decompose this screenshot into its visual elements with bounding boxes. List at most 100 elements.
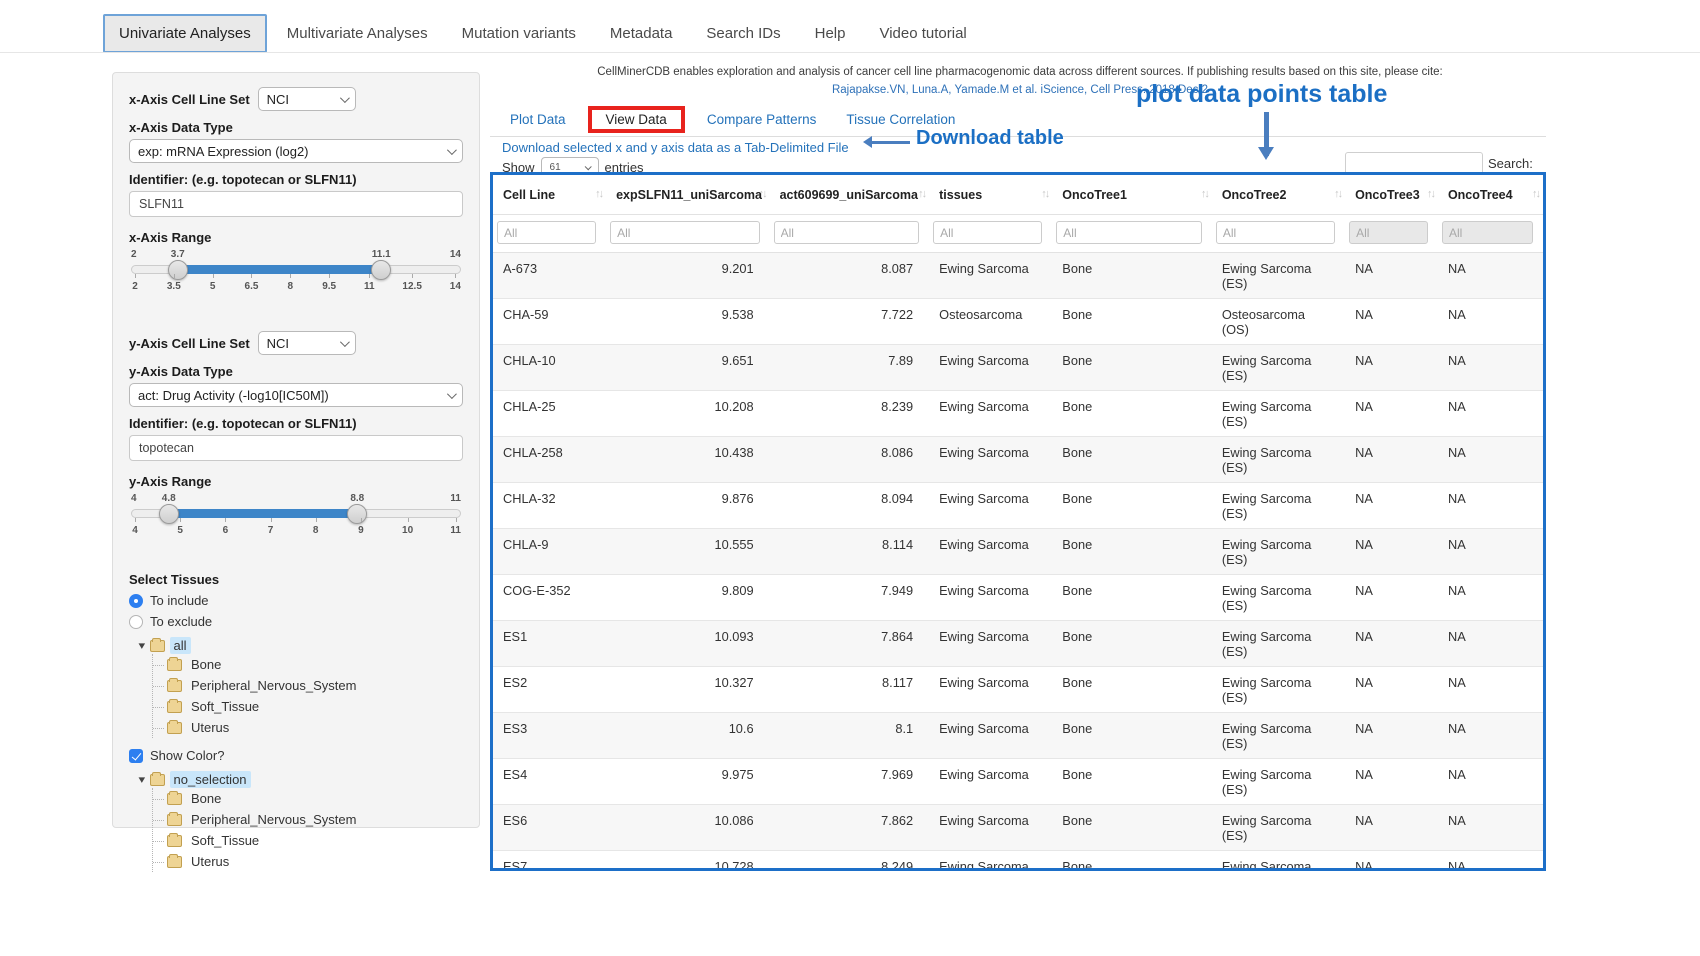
x-identifier-input[interactable] <box>129 191 463 217</box>
column-filter-oncotree4[interactable] <box>1442 221 1533 244</box>
sort-icon[interactable]: ↑↓ <box>595 188 602 200</box>
slider-tick-label: 7 <box>267 525 275 536</box>
slider-tick-label: 11 <box>450 525 461 536</box>
nav-tab-metadata[interactable]: Metadata <box>596 16 687 51</box>
sort-icon[interactable]: ↑↓ <box>1041 188 1048 200</box>
x-data-type-label: x-Axis Data Type <box>129 120 463 135</box>
tree-node-bone[interactable]: Bone <box>153 654 463 675</box>
table-cell: Bone <box>1052 851 1212 872</box>
nav-tab-help[interactable]: Help <box>801 16 860 51</box>
slider-handle[interactable] <box>371 260 391 280</box>
citation-link[interactable]: Rajapakse.VN, Luna.A, Yamade.M et al. iS… <box>490 84 1550 96</box>
tree-node-no-selection[interactable]: no_selection <box>170 771 251 788</box>
table-cell: Bone <box>1052 621 1212 667</box>
tree-node-peripheral-nervous-system[interactable]: Peripheral_Nervous_System <box>153 809 463 830</box>
download-link[interactable]: Download selected x and y axis data as a… <box>502 140 849 155</box>
column-header-oncotree1[interactable]: OncoTree1↑↓ <box>1052 175 1212 215</box>
column-filter-oncotree1[interactable] <box>1056 221 1202 244</box>
table-cell: Ewing Sarcoma (ES) <box>1212 253 1345 299</box>
nav-tab-multivariate-analyses[interactable]: Multivariate Analyses <box>273 16 442 51</box>
y-cell-line-set-select[interactable]: NCI <box>258 331 356 355</box>
slider-selected-range <box>169 509 356 518</box>
column-filter-oncotree2[interactable] <box>1216 221 1335 244</box>
tree-node-soft-tissue[interactable]: Soft_Tissue <box>153 696 463 717</box>
tree-node-label: Soft_Tissue <box>187 832 263 849</box>
tissues-include-radio[interactable]: To include <box>129 593 463 608</box>
slider-track[interactable] <box>131 265 461 274</box>
tab-plot-data[interactable]: Plot Data <box>502 107 574 132</box>
x-cell-line-set-select[interactable]: NCI <box>258 87 356 111</box>
sort-icon[interactable]: ↑↓ <box>1334 188 1341 200</box>
slider-value-label: 11.1 <box>372 249 391 260</box>
table-cell: NA <box>1438 253 1543 299</box>
tree-node-label: Uterus <box>187 853 233 870</box>
table-row: ES49.9757.969Ewing SarcomaBoneEwing Sarc… <box>493 759 1543 805</box>
table-cell: Ewing Sarcoma <box>929 575 1052 621</box>
y-range-slider[interactable]: 44.88.8114567891011 <box>131 493 461 545</box>
table-cell: Ewing Sarcoma (ES) <box>1212 345 1345 391</box>
x-range-slider[interactable]: 23.711.11423.556.589.51112.514 <box>131 249 461 301</box>
column-header-expslfn11-unisarcoma[interactable]: expSLFN11_uniSarcoma↑↓ <box>606 175 770 215</box>
sort-icon[interactable]: ↑↓ <box>1427 188 1434 200</box>
nav-tab-mutation-variants[interactable]: Mutation variants <box>448 16 590 51</box>
x-data-type-select[interactable]: exp: mRNA Expression (log2) <box>129 139 463 163</box>
slider-tick-label: 12.5 <box>402 281 421 292</box>
column-header-oncotree2[interactable]: OncoTree2↑↓ <box>1212 175 1345 215</box>
tissues-exclude-radio[interactable]: To exclude <box>129 614 463 629</box>
column-header-oncotree3[interactable]: OncoTree3↑↓ <box>1345 175 1438 215</box>
column-filter-oncotree3[interactable] <box>1349 221 1428 244</box>
show-color-checkbox[interactable]: Show Color? <box>129 748 463 763</box>
column-filter-cell-line[interactable] <box>497 221 596 244</box>
tab-compare-patterns[interactable]: Compare Patterns <box>699 107 825 132</box>
tree-node-all[interactable]: all <box>170 637 191 654</box>
sort-icon[interactable]: ↑↓ <box>1532 188 1539 200</box>
tree-node-uterus[interactable]: Uterus <box>153 851 463 872</box>
slider-track[interactable] <box>131 509 461 518</box>
annotation-download-table: Download table <box>916 127 1064 150</box>
table-cell: Ewing Sarcoma <box>929 345 1052 391</box>
table-cell: CHLA-9 <box>493 529 606 575</box>
slider-tick-label: 2 <box>131 281 139 292</box>
tree-expander-icon[interactable]: ▾ <box>138 773 145 786</box>
tree-node-label: Soft_Tissue <box>187 698 263 715</box>
table-row: COG-E-3529.8097.949Ewing SarcomaBoneEwin… <box>493 575 1543 621</box>
sort-icon[interactable]: ↑↓ <box>918 188 925 200</box>
tree-node-uterus[interactable]: Uterus <box>153 717 463 738</box>
slider-handle[interactable] <box>347 504 367 524</box>
nav-tab-search-ids[interactable]: Search IDs <box>692 16 794 51</box>
nav-tab-univariate-analyses[interactable]: Univariate Analyses <box>103 14 267 53</box>
table-cell: Ewing Sarcoma (ES) <box>1212 667 1345 713</box>
column-filter-act609699-unisarcoma[interactable] <box>774 221 920 244</box>
column-filter-tissues[interactable] <box>933 221 1042 244</box>
slider-tick-label: 6 <box>221 525 229 536</box>
folder-icon <box>167 659 182 671</box>
tree-node-soft-tissue[interactable]: Soft_Tissue <box>153 830 463 851</box>
column-filter-expslfn11-unisarcoma[interactable] <box>610 221 760 244</box>
tree-node-bone[interactable]: Bone <box>153 788 463 809</box>
slider-handle[interactable] <box>159 504 179 524</box>
search-input[interactable] <box>1345 152 1483 174</box>
sort-icon[interactable]: ↑↓ <box>759 188 766 200</box>
slider-value-label: 14 <box>450 249 461 260</box>
column-header-tissues[interactable]: tissues↑↓ <box>929 175 1052 215</box>
checkbox-checked-icon <box>129 749 143 763</box>
chevron-down-icon <box>340 337 350 347</box>
table-cell: Bone <box>1052 391 1212 437</box>
column-header-cell-line[interactable]: Cell Line↑↓ <box>493 175 606 215</box>
tree-expander-icon[interactable]: ▾ <box>138 639 145 652</box>
tab-view-data[interactable]: View Data <box>598 107 675 132</box>
tree-node-peripheral-nervous-system[interactable]: Peripheral_Nervous_System <box>153 675 463 696</box>
column-header-act609699-unisarcoma[interactable]: act609699_uniSarcoma↑↓ <box>770 175 930 215</box>
y-data-type-select[interactable]: act: Drug Activity (-log10[IC50M]) <box>129 383 463 407</box>
table-cell: ES1 <box>493 621 606 667</box>
sort-icon[interactable]: ↑↓ <box>1201 188 1208 200</box>
nav-tab-video-tutorial[interactable]: Video tutorial <box>865 16 980 51</box>
table-cell: Bone <box>1052 759 1212 805</box>
slider-tick-label: 3.5 <box>167 281 181 292</box>
table-cell: NA <box>1438 759 1543 805</box>
column-header-oncotree4[interactable]: OncoTree4↑↓ <box>1438 175 1543 215</box>
table-cell: A-673 <box>493 253 606 299</box>
y-identifier-input[interactable] <box>129 435 463 461</box>
slider-handle[interactable] <box>168 260 188 280</box>
table-cell: ES4 <box>493 759 606 805</box>
